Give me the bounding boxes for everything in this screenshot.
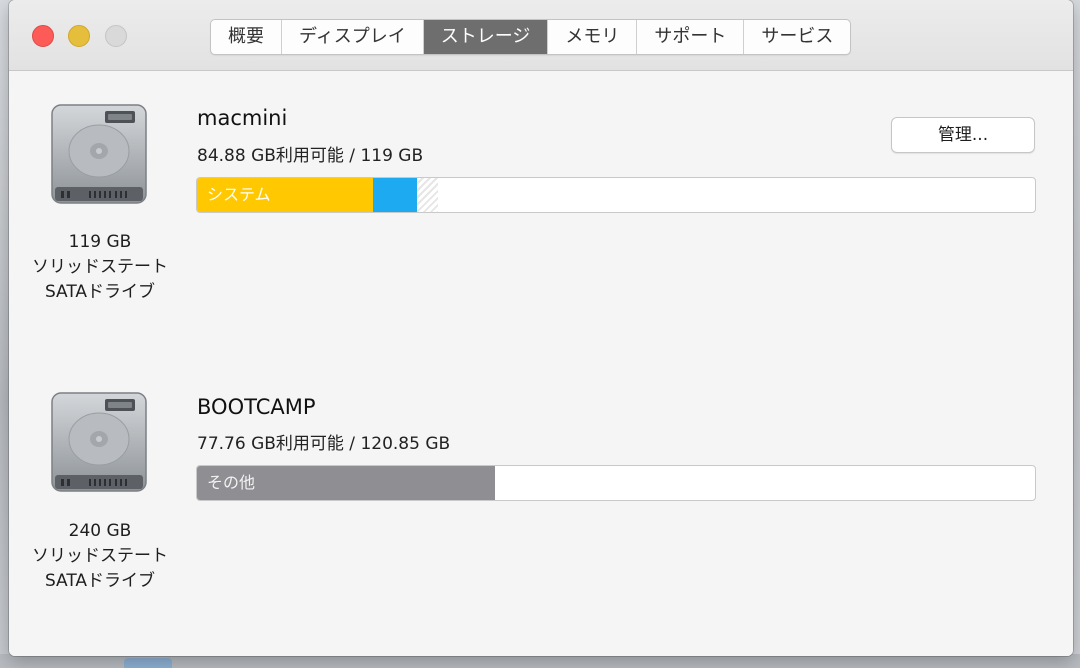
hard-drive-icon — [49, 103, 149, 207]
window-titlebar: 概要 ディスプレイ ストレージ メモリ サポート サービス — [9, 0, 1073, 71]
drive-type: ソリッドステート — [32, 257, 168, 277]
tab-support[interactable]: サポート — [637, 20, 745, 54]
zoom-window-button[interactable] — [105, 25, 127, 47]
storage-segment-system: システム — [197, 178, 373, 212]
hard-drive-icon — [49, 391, 149, 495]
segment-label: システム — [207, 185, 271, 204]
tab-bar: 概要 ディスプレイ ストレージ メモリ サポート サービス — [210, 19, 852, 55]
drive-type: ソリッドステート — [32, 546, 168, 566]
about-this-mac-window: 概要 ディスプレイ ストレージ メモリ サポート サービス 119 GB ソリッ… — [9, 0, 1073, 656]
tab-storage[interactable]: ストレージ — [423, 20, 549, 54]
storage-segment-other: その他 — [197, 466, 496, 500]
minimize-window-button[interactable] — [68, 25, 90, 47]
volume-usage: 77.76 GB利用可能 / 120.85 GB — [197, 434, 451, 454]
drive-info: 240 GB ソリッドステート SATAドライブ — [15, 519, 185, 594]
manage-button[interactable]: 管理... — [891, 117, 1035, 153]
close-window-button[interactable] — [32, 25, 54, 47]
drive-capacity: 240 GB — [68, 521, 132, 541]
storage-segment-purgeable — [416, 178, 439, 212]
volume-name: macmini — [197, 106, 288, 130]
desktop-folder-icon — [124, 658, 172, 668]
volume-usage: 84.88 GB利用可能 / 119 GB — [197, 146, 424, 166]
tab-displays[interactable]: ディスプレイ — [282, 20, 424, 54]
storage-pane: 119 GB ソリッドステート SATAドライブ macmini 84.88 G… — [9, 71, 1073, 656]
tab-service[interactable]: サービス — [744, 20, 850, 54]
drive-info: 119 GB ソリッドステート SATAドライブ — [15, 230, 185, 305]
storage-usage-bar: その他 — [196, 465, 1036, 501]
drive-interface: SATAドライブ — [44, 282, 156, 302]
volume-name: BOOTCAMP — [197, 395, 316, 419]
tab-memory[interactable]: メモリ — [548, 20, 638, 54]
drive-capacity: 119 GB — [68, 232, 132, 252]
storage-usage-bar: システム — [196, 177, 1036, 213]
drive-interface: SATAドライブ — [44, 571, 156, 591]
storage-segment-other-blue — [372, 178, 417, 212]
tab-overview[interactable]: 概要 — [211, 20, 282, 54]
segment-label: その他 — [207, 473, 256, 492]
